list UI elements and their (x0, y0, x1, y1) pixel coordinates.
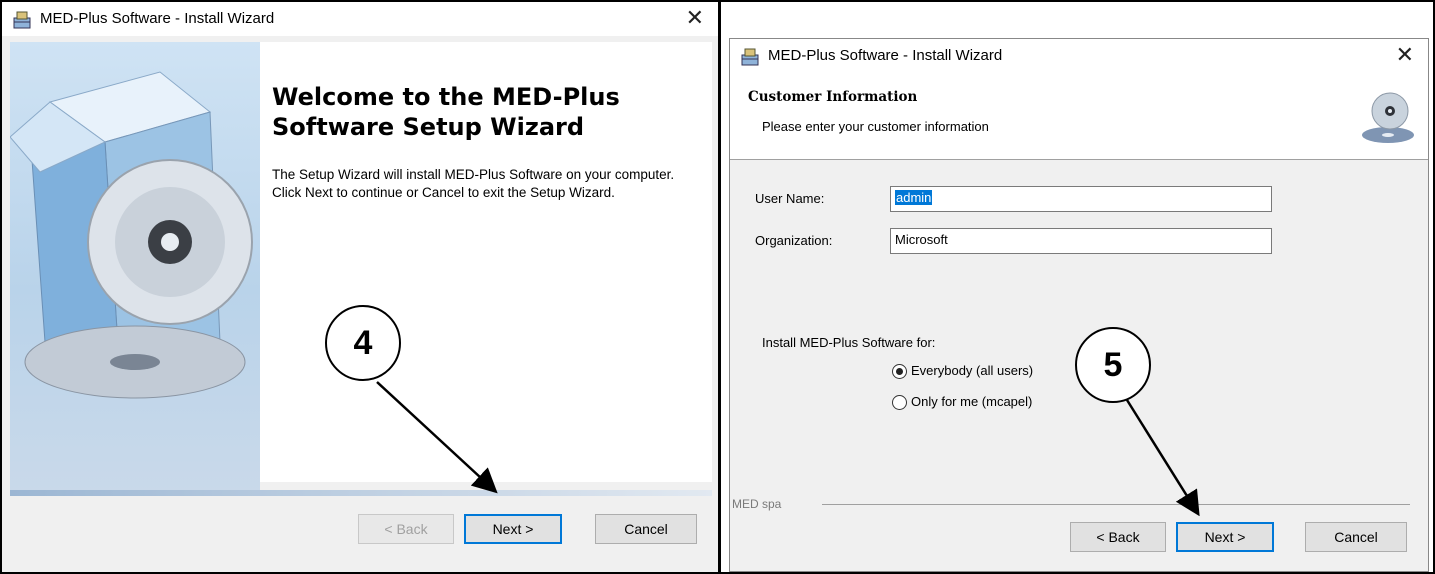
left-screenshot-panel: MED-Plus Software - Install Wizard ✕ Wel… (0, 0, 720, 574)
arrow-to-next (1125, 399, 1200, 517)
arrow-to-next (376, 381, 498, 494)
right-screenshot-panel: MED-Plus Software - Install Wizard ✕ Cus… (719, 0, 1435, 574)
